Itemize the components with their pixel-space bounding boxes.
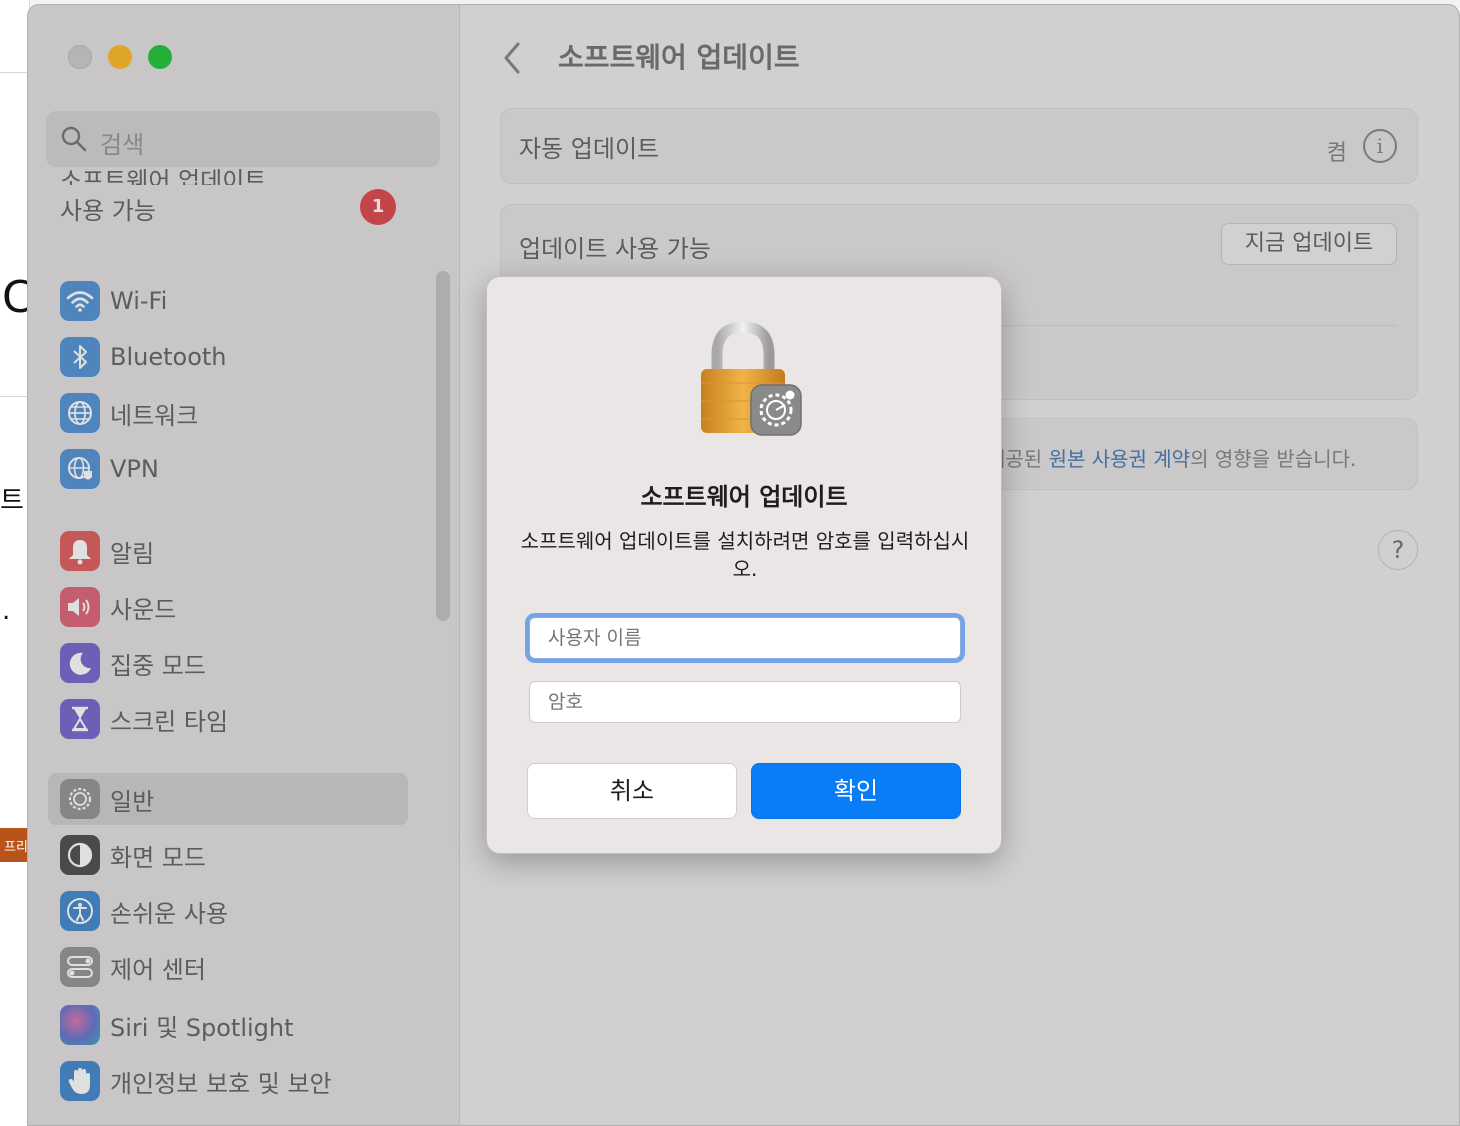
auth-dialog: 소프트웨어 업데이트 소프트웨어 업데이트를 설치하려면 암호를 입력하십시오.… <box>486 276 1002 854</box>
username-field[interactable] <box>529 617 961 659</box>
background-divider <box>0 396 30 397</box>
ok-button[interactable]: 확인 <box>751 763 961 819</box>
dialog-message: 소프트웨어 업데이트를 설치하려면 암호를 입력하십시오. <box>520 529 970 581</box>
background-text: . <box>2 596 11 626</box>
background-text: 트 <box>0 486 24 516</box>
dialog-title: 소프트웨어 업데이트 <box>640 483 848 511</box>
lock-icon <box>701 321 802 436</box>
background-orange-tab: 프리 <box>0 828 30 862</box>
background-window: C 트 . 프리 <box>0 0 33 1126</box>
background-divider <box>0 72 30 73</box>
cancel-button[interactable]: 취소 <box>527 763 737 819</box>
password-field[interactable] <box>529 681 961 723</box>
